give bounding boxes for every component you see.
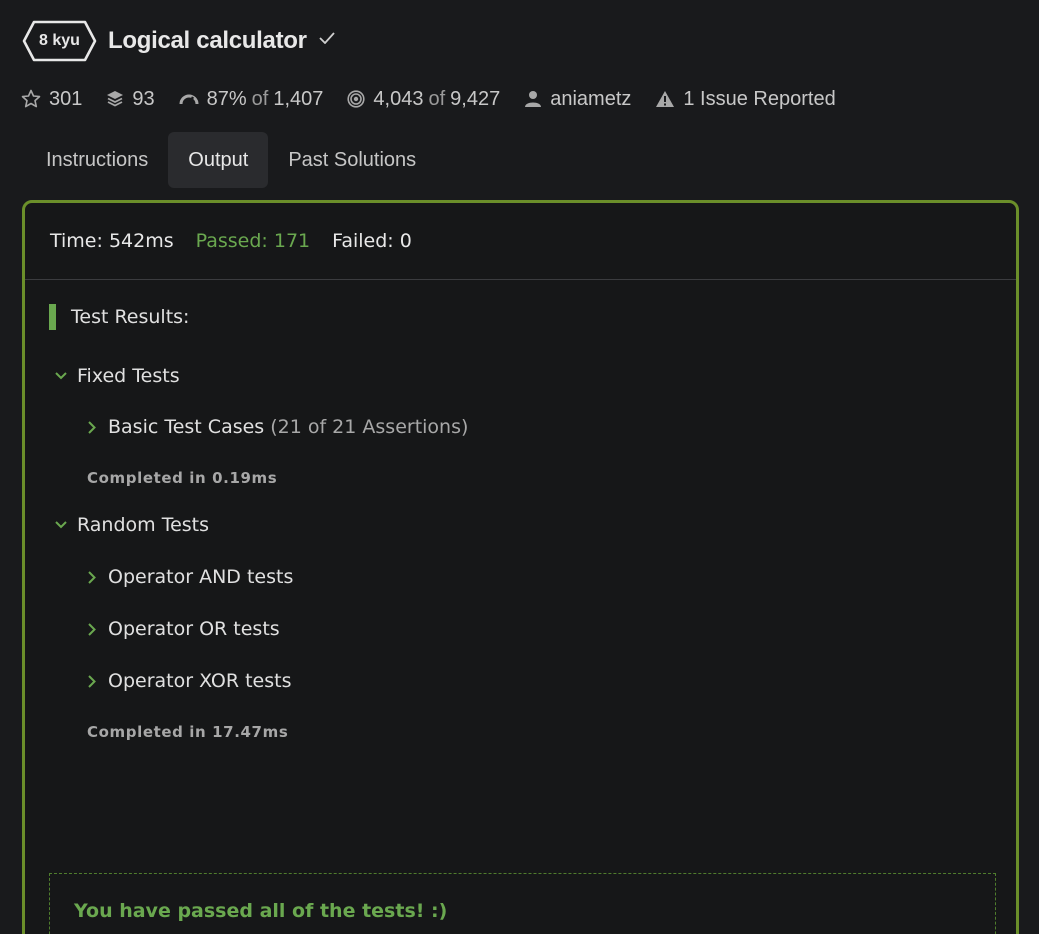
passed-label: Passed: 171 xyxy=(195,230,311,252)
assertion-count: (21 of 21 Assertions) xyxy=(270,416,469,438)
author-name[interactable]: aniametz xyxy=(550,88,631,111)
completed-count: 4,043 xyxy=(373,87,424,110)
chevron-down-icon xyxy=(55,372,67,380)
attempted-count: 9,427 xyxy=(450,87,501,110)
test-item-and[interactable]: Operator AND tests xyxy=(88,566,293,588)
all-passed-message: You have passed all of the tests! :) xyxy=(49,873,996,934)
issues-label[interactable]: 1 Issue Reported xyxy=(683,88,835,111)
stack-icon xyxy=(107,91,124,107)
rank-label: 8 kyu xyxy=(39,32,80,49)
group-random-tests[interactable]: Random Tests xyxy=(55,514,209,536)
collections-count: 93 xyxy=(132,87,155,110)
test-item-label: Basic Test Cases xyxy=(108,416,265,438)
results-heading-label: Test Results: xyxy=(71,306,190,328)
completed-of: of xyxy=(428,87,446,110)
chevron-right-icon xyxy=(88,622,96,636)
issues-stat[interactable]: 1 Issue Reported xyxy=(655,88,836,111)
test-summary: Time: 542ms Passed: 171 Failed: 0 xyxy=(25,203,1016,280)
collections-stat[interactable]: 93 xyxy=(106,87,155,111)
chevron-right-icon xyxy=(88,674,96,688)
stars-count: 301 xyxy=(49,87,83,110)
test-item-label: Operator OR tests xyxy=(108,618,280,640)
chevron-down-icon xyxy=(55,521,67,529)
stars-stat[interactable]: 301 xyxy=(21,88,82,111)
satisfaction-votes: 1,407 xyxy=(273,87,324,110)
results-heading: Test Results: xyxy=(49,304,189,330)
completed-time: Completed in 0.19ms xyxy=(87,469,278,487)
tab-output[interactable]: Output xyxy=(168,132,269,188)
group-label: Fixed Tests xyxy=(77,365,180,387)
test-item-xor[interactable]: Operator XOR tests xyxy=(88,670,291,692)
star-icon xyxy=(21,89,41,108)
kata-tabs: Instructions Output Past Solutions xyxy=(26,132,436,188)
chevron-right-icon xyxy=(88,420,96,434)
satisfaction-rating: 87% xyxy=(206,87,247,110)
time-label: Time: 542ms xyxy=(50,230,174,252)
target-icon xyxy=(347,90,366,108)
chevron-right-icon xyxy=(88,570,96,584)
output-panel: Time: 542ms Passed: 171 Failed: 0 Test R… xyxy=(22,200,1019,934)
heading-accent-bar xyxy=(49,304,56,330)
group-fixed-tests[interactable]: Fixed Tests xyxy=(55,365,180,387)
kata-page: 8 kyu Logical calculator 301 93 87% of 1… xyxy=(0,0,1039,934)
group-label: Random Tests xyxy=(77,514,210,536)
kata-title[interactable]: Logical calculator xyxy=(108,27,307,55)
rank-badge: 8 kyu xyxy=(22,20,97,62)
completed-time: Completed in 17.47ms xyxy=(87,723,289,741)
test-item-basic[interactable]: Basic Test Cases (21 of 21 Assertions) xyxy=(88,416,468,438)
pass-message-text: You have passed all of the tests! :) xyxy=(74,900,448,922)
failed-label: Failed: 0 xyxy=(332,230,412,252)
test-item-label: Operator XOR tests xyxy=(108,670,292,692)
kata-stats: 301 93 87% of 1,407 4,043 of 9,427 aniam… xyxy=(21,84,860,114)
completion-stat: 4,043 of 9,427 xyxy=(347,88,500,111)
satisfaction-stat: 87% of 1,407 xyxy=(179,87,324,111)
test-item-or[interactable]: Operator OR tests xyxy=(88,618,280,640)
satisfaction-of: of xyxy=(251,87,269,110)
tab-past-solutions[interactable]: Past Solutions xyxy=(268,132,436,188)
warning-icon xyxy=(656,91,675,107)
tab-instructions[interactable]: Instructions xyxy=(26,132,168,188)
kata-header: 8 kyu Logical calculator xyxy=(22,20,335,62)
test-item-label: Operator AND tests xyxy=(108,566,294,588)
gauge-icon xyxy=(179,94,199,105)
check-icon xyxy=(319,32,335,44)
user-icon xyxy=(525,91,542,107)
author-stat[interactable]: aniametz xyxy=(524,88,631,111)
